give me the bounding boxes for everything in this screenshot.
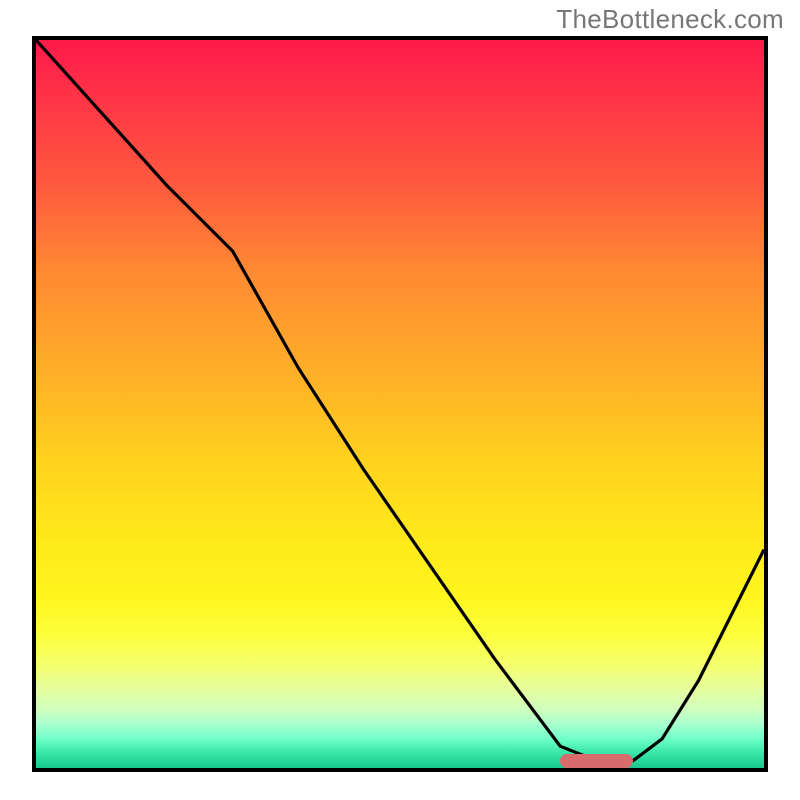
plot-area: [32, 36, 768, 772]
optimal-range-marker: [560, 754, 633, 768]
chart-container: TheBottleneck.com: [0, 0, 800, 800]
watermark-text: TheBottleneck.com: [556, 4, 784, 35]
curve-layer: [36, 40, 764, 768]
bottleneck-curve: [36, 40, 764, 761]
